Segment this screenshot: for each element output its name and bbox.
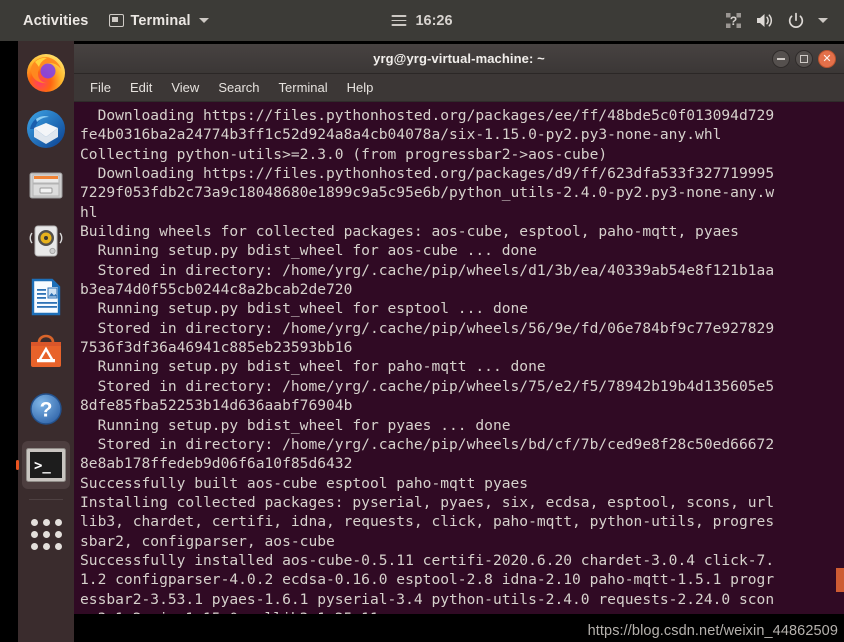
terminal-window: yrg@yrg-virtual-machine: ~ ✕ File Edit V… xyxy=(74,44,844,614)
app-menu-label: Terminal xyxy=(130,12,191,29)
hamburger-menu-icon xyxy=(391,14,407,27)
terminal-line: 7229f053fdb2c73a9c18048680e1899c9a5c95e6… xyxy=(80,184,775,202)
terminal-output-area[interactable]: Downloading https://files.pythonhosted.o… xyxy=(74,102,844,614)
chevron-down-icon xyxy=(198,18,209,23)
dock-separator xyxy=(29,499,63,500)
firefox-icon xyxy=(27,54,65,92)
svg-text:?: ? xyxy=(730,14,737,28)
terminal-line: fe4b0316ba2a24774b3ff1c52d924a8a4cb04078… xyxy=(80,126,722,144)
gnome-top-bar: Activities Terminal 16:26 ? xyxy=(0,0,844,41)
terminal-line: Downloading https://files.pythonhosted.o… xyxy=(80,107,775,124)
dock-item-files[interactable] xyxy=(22,161,70,209)
close-button[interactable]: ✕ xyxy=(818,50,836,68)
dock-item-rhythmbox[interactable] xyxy=(22,217,70,265)
watermark-text: https://blog.csdn.net/weixin_44862509 xyxy=(587,623,838,639)
help-question-icon: ? xyxy=(30,393,62,425)
svg-text:?: ? xyxy=(40,399,53,422)
dock-item-help[interactable]: ? xyxy=(22,385,70,433)
terminal-line: 8dfe85fba52253b14d636aabf76904b xyxy=(80,397,353,415)
files-cabinet-icon xyxy=(29,172,63,199)
terminal-scrollbar-thumb[interactable] xyxy=(836,568,844,592)
dock-item-libreoffice-writer[interactable] xyxy=(22,273,70,321)
power-icon[interactable] xyxy=(787,12,805,30)
terminal-line: Running setup.py bdist_wheel for esptool… xyxy=(80,300,529,318)
terminal-line: Collecting python-utils>=2.3.0 (from pro… xyxy=(80,145,608,163)
terminal-app-icon xyxy=(109,14,125,27)
menu-item-help[interactable]: Help xyxy=(345,78,376,97)
dock-item-ubuntu-software[interactable] xyxy=(22,329,70,377)
activities-button[interactable]: Activities xyxy=(19,11,92,31)
terminal-line: Successfully installed aos-cube-0.5.11 c… xyxy=(80,551,775,569)
activities-label: Activities xyxy=(23,12,89,29)
dock-item-terminal[interactable]: >_ xyxy=(22,441,70,489)
system-status-area[interactable]: ? xyxy=(725,0,828,41)
terminal-line: Installing collected packages: pyserial,… xyxy=(80,493,775,511)
terminal-menu-bar: File Edit View Search Terminal Help xyxy=(74,74,844,102)
terminal-line: Successfully built aos-cube esptool paho… xyxy=(80,474,529,492)
clock-button[interactable]: 16:26 xyxy=(391,0,453,41)
window-controls: ✕ xyxy=(772,44,836,74)
terminal-title-bar[interactable]: yrg@yrg-virtual-machine: ~ ✕ xyxy=(74,44,844,74)
svg-text:>_: >_ xyxy=(34,458,51,474)
libreoffice-writer-icon xyxy=(31,278,61,316)
terminal-line: Stored in directory: /home/yrg/.cache/pi… xyxy=(80,261,775,279)
menu-item-terminal[interactable]: Terminal xyxy=(277,78,330,97)
show-applications-button[interactable] xyxy=(22,510,70,558)
terminal-line: essbar2-3.53.1 pyaes-1.6.1 pyserial-3.4 … xyxy=(80,590,775,608)
terminal-line: 1.2 configparser-4.0.2 ecdsa-0.16.0 espt… xyxy=(80,571,775,589)
top-bar-left-group: Activities Terminal xyxy=(19,11,213,31)
terminal-icon: >_ xyxy=(26,448,66,482)
system-menu-chevron-icon[interactable] xyxy=(818,18,828,23)
menu-item-file[interactable]: File xyxy=(88,78,113,97)
terminal-line: Stored in directory: /home/yrg/.cache/pi… xyxy=(80,435,775,453)
terminal-line: 7536f3df36a46941c885eb23593bb16 xyxy=(80,339,353,357)
terminal-line: b3ea74d0f55cb0244c8a2bcab2de720 xyxy=(80,281,353,299)
terminal-line: Running setup.py bdist_wheel for pyaes .… xyxy=(80,416,511,434)
maximize-button[interactable] xyxy=(795,50,813,68)
dock-item-thunderbird[interactable] xyxy=(22,105,70,153)
desktop-screen: Activities Terminal 16:26 ? ? >_ yrg@yrg… xyxy=(0,0,844,642)
terminal-text: Downloading https://files.pythonhosted.o… xyxy=(80,106,844,614)
terminal-line: Building wheels for collected packages: … xyxy=(80,223,739,241)
dock-item-firefox[interactable] xyxy=(22,49,70,97)
volume-icon[interactable] xyxy=(755,12,774,29)
terminal-title: yrg@yrg-virtual-machine: ~ xyxy=(373,51,545,66)
thunderbird-icon xyxy=(27,110,65,148)
clock-label: 16:26 xyxy=(415,12,453,29)
terminal-line: lib3, chardet, certifi, idna, requests, … xyxy=(80,513,775,531)
app-menu-button[interactable]: Terminal xyxy=(105,11,212,31)
terminal-line: 8e8ab178ffedeb9d06f6a10f85d6432 xyxy=(80,455,353,473)
grid-dots-icon xyxy=(30,518,62,550)
terminal-line: s-3.1.2 six-1.15.0 urllib3-1.25.11 xyxy=(80,609,844,614)
menu-item-edit[interactable]: Edit xyxy=(128,78,154,97)
terminal-line: Running setup.py bdist_wheel for aos-cub… xyxy=(80,242,537,260)
terminal-line: sbar2, configparser, aos-cube xyxy=(80,532,335,550)
terminal-line: Running setup.py bdist_wheel for paho-mq… xyxy=(80,358,546,376)
accessibility-icon[interactable]: ? xyxy=(725,12,742,29)
terminal-scrollbar[interactable] xyxy=(836,102,844,614)
terminal-line: Stored in directory: /home/yrg/.cache/pi… xyxy=(80,319,775,337)
terminal-line: hl xyxy=(80,203,98,221)
menu-item-view[interactable]: View xyxy=(169,78,201,97)
rhythmbox-speaker-icon xyxy=(29,225,63,257)
terminal-line: Downloading https://files.pythonhosted.o… xyxy=(80,165,775,183)
terminal-line: Stored in directory: /home/yrg/.cache/pi… xyxy=(80,377,775,395)
ubuntu-dock: ? >_ xyxy=(18,41,74,642)
ubuntu-software-bag-icon xyxy=(31,334,61,367)
menu-item-search[interactable]: Search xyxy=(216,78,261,97)
minimize-button[interactable] xyxy=(772,50,790,68)
